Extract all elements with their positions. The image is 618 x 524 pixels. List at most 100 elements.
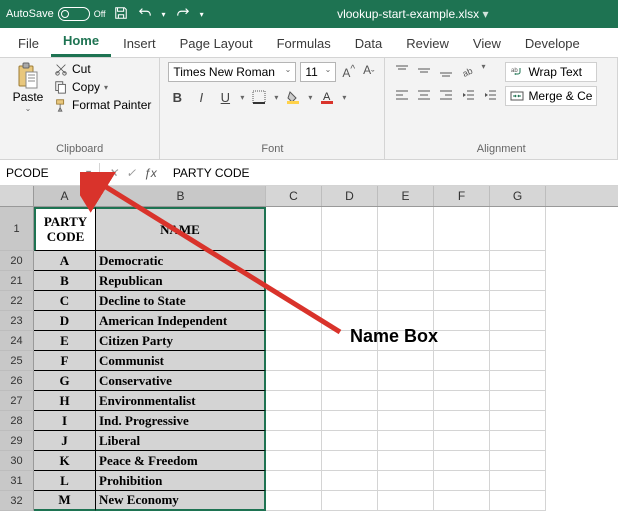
cell[interactable]: K (34, 451, 96, 471)
align-center-icon[interactable] (415, 86, 433, 104)
cut-button[interactable]: Cut (54, 62, 151, 76)
cell[interactable] (322, 251, 378, 271)
align-middle-icon[interactable] (415, 62, 433, 80)
cell[interactable] (266, 391, 322, 411)
cell[interactable] (490, 351, 546, 371)
fill-color-button[interactable] (284, 88, 302, 106)
copy-button[interactable]: Copy ▾ (54, 80, 151, 94)
decrease-indent-icon[interactable] (459, 86, 477, 104)
cell[interactable]: Democratic (96, 251, 266, 271)
cell[interactable]: B (34, 271, 96, 291)
cell[interactable] (434, 491, 490, 511)
cell[interactable] (434, 411, 490, 431)
cell[interactable]: Conservative (96, 371, 266, 391)
cell[interactable] (266, 371, 322, 391)
cell[interactable] (322, 431, 378, 451)
row-header[interactable]: 20 (0, 251, 34, 271)
cell[interactable] (378, 431, 434, 451)
cell[interactable] (266, 471, 322, 491)
cell[interactable] (490, 207, 546, 251)
tab-insert[interactable]: Insert (111, 30, 168, 57)
cell[interactable] (322, 207, 378, 251)
cell[interactable] (378, 207, 434, 251)
cell[interactable] (434, 351, 490, 371)
tab-develope[interactable]: Develope (513, 30, 592, 57)
cell[interactable]: Environmentalist (96, 391, 266, 411)
row-header[interactable]: 27 (0, 391, 34, 411)
orientation-icon[interactable]: ab (459, 62, 477, 80)
col-header-D[interactable]: D (322, 186, 378, 206)
undo-icon[interactable] (138, 6, 152, 23)
cell[interactable] (378, 371, 434, 391)
cell[interactable]: Peace & Freedom (96, 451, 266, 471)
cell[interactable] (266, 491, 322, 511)
cell[interactable] (322, 391, 378, 411)
cancel-icon[interactable]: ✕ (108, 166, 118, 180)
cell[interactable] (378, 351, 434, 371)
cell[interactable] (490, 311, 546, 331)
font-color-button[interactable]: A (318, 88, 336, 106)
cell[interactable]: Decline to State (96, 291, 266, 311)
merge-center-button[interactable]: Merge & Ce (505, 86, 597, 106)
row-header[interactable]: 22 (0, 291, 34, 311)
decrease-font-icon[interactable]: Aˇ (361, 63, 376, 80)
cell[interactable] (434, 207, 490, 251)
cell[interactable] (266, 251, 322, 271)
cell[interactable] (434, 291, 490, 311)
name-box[interactable]: PCODE ▼ (0, 163, 100, 183)
align-right-icon[interactable] (437, 86, 455, 104)
increase-indent-icon[interactable] (481, 86, 499, 104)
cell[interactable] (322, 351, 378, 371)
tab-review[interactable]: Review (394, 30, 461, 57)
cell[interactable] (378, 471, 434, 491)
cell[interactable] (378, 291, 434, 311)
cell[interactable] (434, 451, 490, 471)
cell[interactable] (322, 291, 378, 311)
underline-button[interactable]: U (216, 88, 234, 106)
cell[interactable]: New Economy (96, 491, 266, 511)
cell[interactable] (490, 431, 546, 451)
wrap-text-button[interactable]: ab Wrap Text (505, 62, 597, 82)
row-header[interactable]: 21 (0, 271, 34, 291)
cell[interactable] (322, 451, 378, 471)
italic-button[interactable]: I (192, 88, 210, 106)
name-box-dropdown-icon[interactable]: ▼ (84, 168, 93, 178)
align-left-icon[interactable] (393, 86, 411, 104)
cell[interactable] (490, 491, 546, 511)
cell[interactable]: F (34, 351, 96, 371)
cell[interactable] (322, 471, 378, 491)
select-all-button[interactable] (0, 186, 34, 206)
row-header[interactable]: 24 (0, 331, 34, 351)
row-header[interactable]: 23 (0, 311, 34, 331)
col-header-E[interactable]: E (378, 186, 434, 206)
cell[interactable] (434, 391, 490, 411)
row-header[interactable]: 28 (0, 411, 34, 431)
align-top-icon[interactable] (393, 62, 411, 80)
cell[interactable] (322, 491, 378, 511)
cell[interactable]: A (34, 251, 96, 271)
enter-icon[interactable]: ✓ (126, 166, 136, 180)
cell[interactable] (266, 331, 322, 351)
tab-view[interactable]: View (461, 30, 513, 57)
cell[interactable] (266, 311, 322, 331)
align-bottom-icon[interactable] (437, 62, 455, 80)
cell[interactable]: NAME (96, 207, 266, 251)
cell[interactable]: J (34, 431, 96, 451)
cell[interactable] (266, 451, 322, 471)
col-header-B[interactable]: B (96, 186, 266, 206)
format-painter-button[interactable]: Format Painter (54, 98, 151, 112)
font-name-select[interactable]: Times New Roman⌄ (168, 62, 296, 82)
cell[interactable] (378, 491, 434, 511)
col-header-G[interactable]: G (490, 186, 546, 206)
cell[interactable] (490, 331, 546, 351)
tab-file[interactable]: File (6, 30, 51, 57)
cell[interactable]: American Independent (96, 311, 266, 331)
cell[interactable] (490, 451, 546, 471)
row-header[interactable]: 1 (0, 207, 34, 251)
cell[interactable]: C (34, 291, 96, 311)
cell[interactable] (378, 271, 434, 291)
increase-font-icon[interactable]: A^ (340, 64, 357, 80)
cell[interactable] (434, 371, 490, 391)
cell[interactable] (434, 251, 490, 271)
row-header[interactable]: 30 (0, 451, 34, 471)
